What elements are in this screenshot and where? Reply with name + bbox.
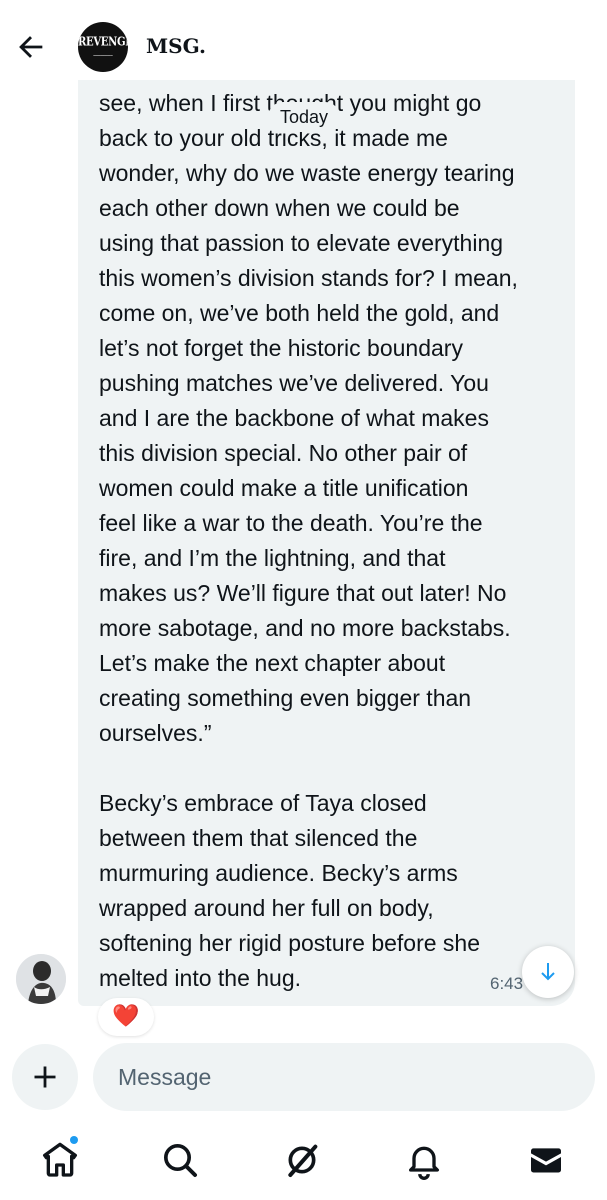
bell-icon bbox=[409, 1146, 439, 1180]
sender-avatar[interactable] bbox=[16, 954, 66, 1004]
back-button[interactable] bbox=[14, 30, 48, 64]
message-bubble[interactable]: see, when I first thought you might go b… bbox=[78, 80, 575, 1006]
avatar-logo-text: REVENGE bbox=[78, 35, 128, 50]
scroll-to-bottom-button[interactable] bbox=[522, 946, 574, 998]
nav-grok[interactable] bbox=[282, 1140, 322, 1180]
grok-icon bbox=[288, 1144, 318, 1177]
add-attachment-button[interactable] bbox=[12, 1044, 78, 1110]
arrow-down-icon bbox=[541, 963, 555, 981]
message-timestamp: 6:43 bbox=[490, 974, 524, 993]
nav-search[interactable] bbox=[160, 1140, 200, 1180]
mail-icon bbox=[531, 1148, 561, 1173]
avatar-logo-subline: ━━━━━━━━ bbox=[93, 53, 113, 58]
date-separator: Today bbox=[268, 102, 340, 132]
heart-reaction[interactable]: ❤️ bbox=[98, 998, 154, 1036]
conversation-avatar[interactable]: REVENGE ━━━━━━━━ bbox=[78, 22, 128, 72]
bottom-navigation bbox=[0, 1128, 607, 1200]
conversation-header: REVENGE ━━━━━━━━ MSG. bbox=[0, 0, 607, 92]
person-photo-icon bbox=[16, 954, 66, 1004]
nav-home[interactable] bbox=[40, 1136, 80, 1180]
nav-messages[interactable] bbox=[526, 1140, 566, 1180]
nav-notifications[interactable] bbox=[404, 1140, 444, 1180]
search-icon bbox=[164, 1144, 197, 1177]
message-text: see, when I first thought you might go b… bbox=[99, 90, 518, 991]
message-input[interactable]: Message bbox=[93, 1043, 595, 1111]
notification-dot bbox=[70, 1136, 78, 1144]
home-icon bbox=[43, 1142, 78, 1177]
conversation-name[interactable]: MSG. bbox=[146, 34, 206, 58]
arrow-left-icon bbox=[19, 36, 43, 58]
plus-icon bbox=[34, 1066, 56, 1088]
